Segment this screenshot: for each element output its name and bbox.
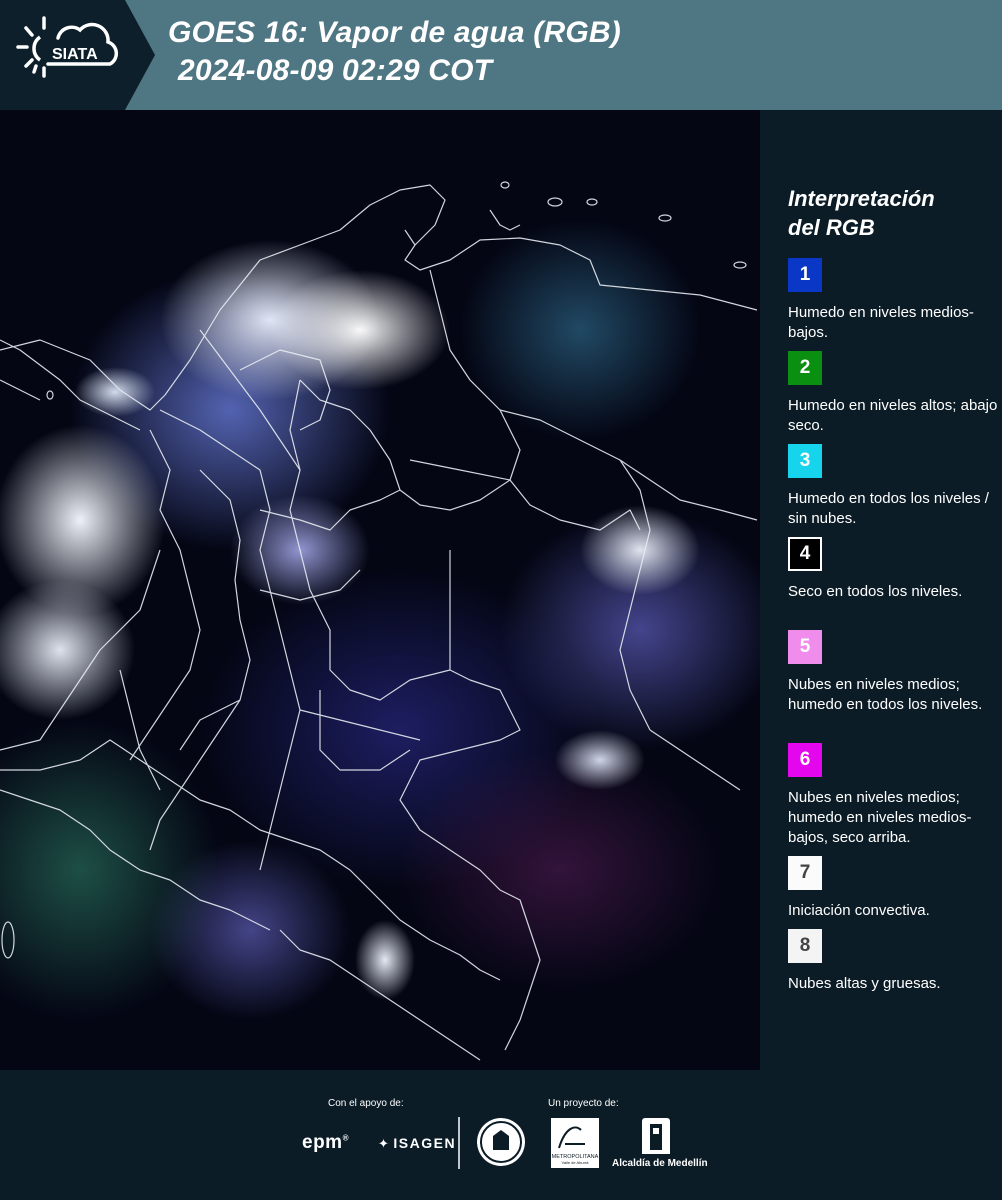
legend-number-6: 6 — [799, 749, 811, 770]
legend-label-8: Nubes altas y gruesas. — [788, 975, 941, 992]
city-seal-icon — [477, 1118, 525, 1166]
legend-label-4: Seco en todos los niveles. — [788, 583, 963, 600]
epm-logo: epm® — [302, 1132, 349, 1154]
isagen-star-icon: ✦ — [378, 1136, 391, 1151]
title-line-2: 2024-08-09 02:29 COT — [178, 54, 493, 87]
sun-cloud-icon: SIATA — [0, 0, 155, 110]
area-metropolitana-logo: METROPOLITANA Valle de Aburrá — [551, 1118, 599, 1168]
legend-number-1: 1 — [799, 264, 811, 285]
legend-swatch-8: 8 — [788, 929, 822, 963]
footer-divider — [458, 1117, 460, 1169]
legend-label-6: Nubes en niveles medios; humedo en nivel… — [788, 789, 972, 846]
legend-label-7: Iniciación convectiva. — [788, 902, 930, 919]
alcaldia-logo-text: Alcaldía de Medellín — [612, 1158, 708, 1169]
legend-title: Interpretación del RGB — [788, 184, 935, 242]
legend-swatch-3: 3 — [788, 444, 822, 478]
isagen-logo: ✦ ISAGEN — [378, 1135, 456, 1152]
legend-swatch-6: 6 — [788, 743, 822, 777]
legend-item-1: 1 Humedo en niveles medios-bajos. — [788, 258, 998, 343]
rgb-legend: Interpretación del RGB 1 Humedo en nivel… — [760, 110, 1002, 1070]
legend-swatch-7: 7 — [788, 856, 822, 890]
siata-logo: SIATA — [0, 0, 155, 110]
legend-label-2: Humedo en niveles altos; abajo seco. — [788, 397, 998, 434]
support-label: Con el apoyo de: — [328, 1098, 404, 1109]
legend-item-4: 4 Seco en todos los niveles. — [788, 537, 998, 602]
legend-label-3: Humedo en todos los niveles / sin nubes. — [788, 490, 989, 527]
legend-number-8: 8 — [799, 935, 811, 956]
legend-item-7: 7 Iniciación convectiva. — [788, 856, 998, 921]
project-label: Un proyecto de: — [548, 1098, 619, 1109]
footer: Con el apoyo de: Un proyecto de: epm® ✦ I… — [0, 1070, 1002, 1200]
legend-swatch-1: 1 — [788, 258, 822, 292]
legend-title-line-2: del RGB — [788, 215, 875, 240]
legend-number-5: 5 — [799, 636, 811, 657]
legend-item-8: 8 Nubes altas y gruesas. — [788, 929, 998, 994]
isagen-logo-text: ISAGEN — [393, 1135, 457, 1151]
legend-label-5: Nubes en niveles medios; humedo en todos… — [788, 676, 983, 713]
amva-logo-subtext: Valle de Aburrá — [561, 1160, 589, 1165]
legend-number-3: 3 — [799, 450, 811, 471]
legend-item-3: 3 Humedo en todos los niveles / sin nube… — [788, 444, 998, 529]
legend-item-6: 6 Nubes en niveles medios; humedo en niv… — [788, 743, 998, 848]
header: SIATA GOES 16: Vapor de agua (RGB) 2024-… — [0, 0, 1002, 110]
legend-number-2: 2 — [799, 357, 811, 378]
legend-swatch-2: 2 — [788, 351, 822, 385]
epm-logo-text: epm — [302, 1132, 343, 1153]
epm-registered-mark: ® — [342, 1133, 349, 1143]
legend-swatch-5: 5 — [788, 630, 822, 664]
legend-title-line-1: Interpretación — [788, 186, 935, 211]
legend-item-5: 5 Nubes en niveles medios; humedo en tod… — [788, 630, 998, 715]
legend-label-1: Humedo en niveles medios-bajos. — [788, 304, 974, 341]
satellite-image — [0, 110, 760, 1070]
legend-number-7: 7 — [799, 862, 811, 883]
legend-number-4: 4 — [799, 543, 811, 564]
legend-swatch-4: 4 — [788, 537, 822, 571]
siata-logo-text: SIATA — [52, 46, 98, 63]
alcaldia-tower-icon — [642, 1118, 670, 1154]
page-title: GOES 16: Vapor de agua (RGB) 2024-08-09 … — [168, 14, 621, 90]
title-line-1: GOES 16: Vapor de agua (RGB) — [168, 16, 621, 49]
legend-item-2: 2 Humedo en niveles altos; abajo seco. — [788, 351, 998, 436]
country-borders — [0, 181, 758, 1061]
